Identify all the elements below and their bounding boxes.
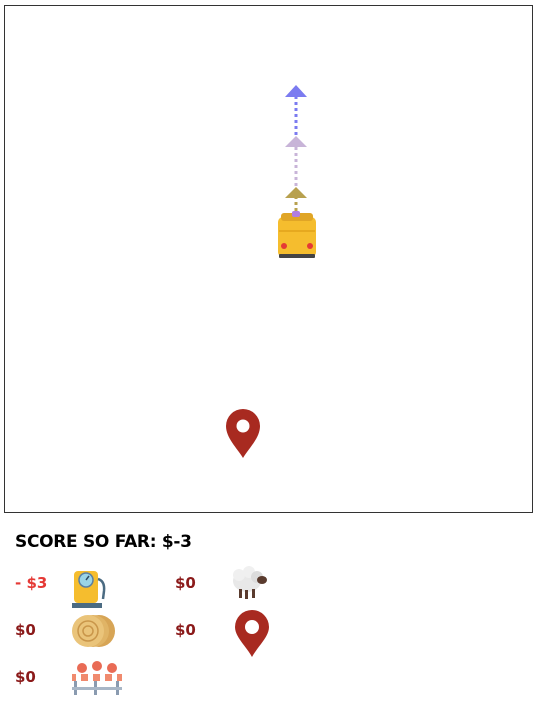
sheep-cost-value: $0 [175,574,196,592]
game-board[interactable] [4,5,533,513]
path-arrow-3 [285,85,307,97]
path-arrow-2 [285,136,307,147]
destination-cost-value: $0 [175,621,196,639]
roadblock-cost-value: $0 [15,668,36,686]
sheep-icon [233,566,267,599]
path-arrow-1 [285,187,307,198]
hay-bale-icon [72,615,115,647]
score-title: SCORE SO FAR: $-3 [15,532,192,552]
truck-icon [278,211,316,258]
hay-cost-value: $0 [15,621,36,639]
location-pin-icon[interactable] [226,409,260,458]
fuel-pump-icon [72,571,106,608]
fuel-cost-value: - $3 [15,574,48,592]
location-pin-icon [235,610,269,657]
board-canvas [226,85,316,458]
roadblock-icon [72,661,122,695]
